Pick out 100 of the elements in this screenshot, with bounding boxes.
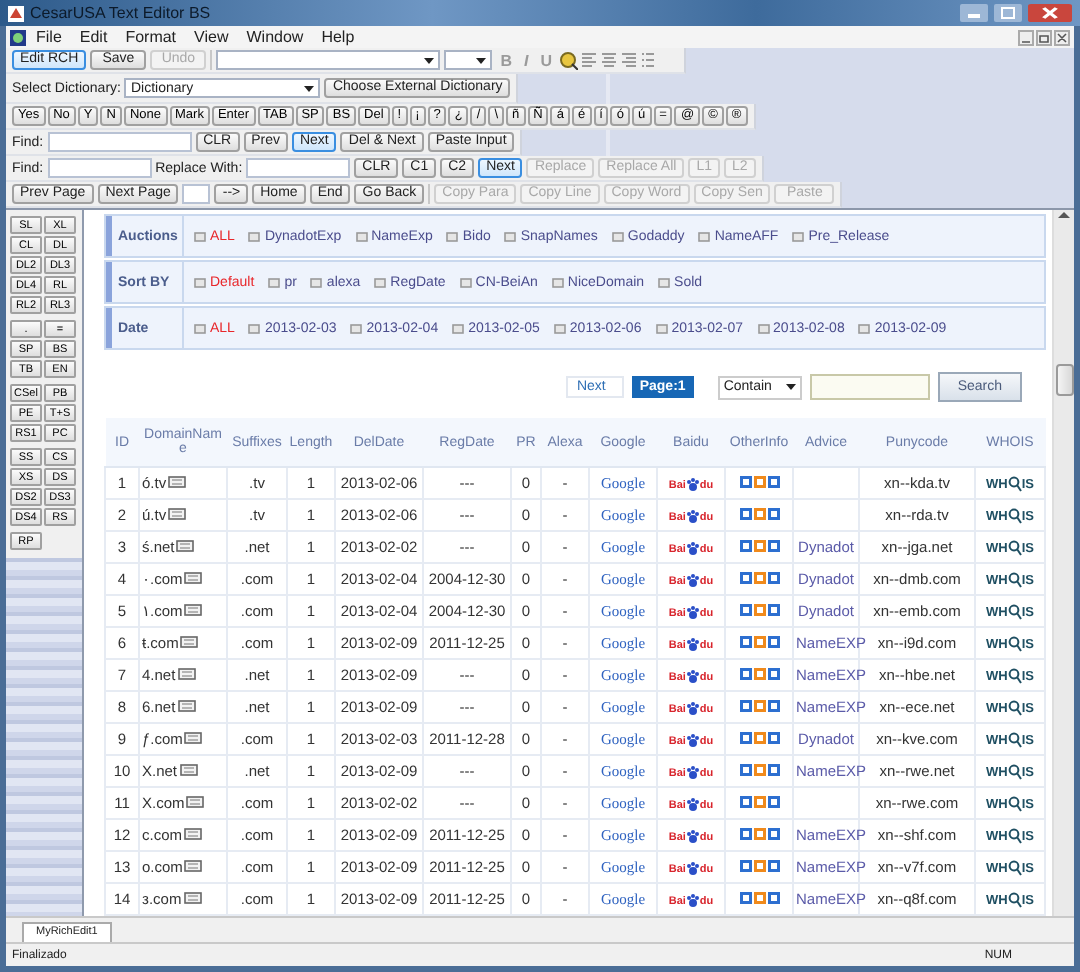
menu-item[interactable]: Help — [313, 28, 363, 46]
magnifier-icon[interactable] — [1007, 636, 1022, 653]
badge-icon — [184, 828, 203, 840]
tag-icon — [459, 277, 472, 287]
paw-icon[interactable] — [685, 542, 700, 557]
tag-icon — [374, 277, 387, 287]
paw-icon[interactable] — [685, 830, 700, 845]
menu-item[interactable]: Window — [238, 28, 312, 46]
search-field[interactable] — [809, 374, 930, 400]
paw-icon[interactable] — [685, 734, 700, 749]
menu-item[interactable]: File — [28, 28, 70, 46]
paw-icon[interactable] — [685, 478, 700, 493]
paw-icon[interactable] — [685, 862, 700, 877]
badge-icon — [186, 796, 205, 808]
magnifier-icon[interactable] — [1007, 828, 1022, 845]
replace-field[interactable] — [246, 158, 351, 178]
paw-icon[interactable] — [685, 894, 700, 909]
tag-icon — [504, 231, 517, 241]
magnifier-icon[interactable] — [1007, 604, 1022, 621]
app-icon — [8, 5, 24, 21]
badge-icon — [180, 636, 199, 648]
badge-icon — [184, 572, 203, 584]
magnifier-icon[interactable] — [1007, 572, 1022, 589]
menu-item[interactable]: Format — [117, 28, 185, 46]
dropdown-icon — [424, 57, 435, 63]
magnifier-icon[interactable] — [1007, 508, 1022, 525]
find-field[interactable] — [47, 132, 192, 152]
info-icons[interactable] — [739, 828, 779, 840]
info-icons[interactable] — [739, 604, 779, 616]
dropdown-icon — [304, 85, 315, 91]
info-icons[interactable] — [739, 732, 779, 744]
close-icon[interactable] — [1028, 4, 1072, 22]
badge-icon — [183, 892, 202, 904]
document-icon — [10, 29, 26, 45]
info-icons[interactable] — [739, 764, 779, 776]
magnifier-icon[interactable] — [1007, 860, 1022, 877]
info-icons[interactable] — [739, 636, 779, 648]
magnifier-icon[interactable] — [1007, 892, 1022, 909]
scrollbar-thumb[interactable] — [1055, 364, 1073, 396]
badge-icon — [168, 508, 187, 520]
info-icons[interactable] — [739, 796, 779, 808]
paw-icon[interactable] — [685, 670, 700, 685]
tag-icon — [194, 277, 206, 287]
tag-icon — [551, 277, 564, 287]
badge-icon — [184, 604, 203, 616]
paw-icon[interactable] — [685, 766, 700, 781]
menu-item[interactable]: View — [186, 28, 237, 46]
page-field[interactable] — [182, 184, 211, 204]
badge-icon — [177, 700, 196, 712]
find-field[interactable] — [47, 158, 152, 178]
dropdown-icon — [785, 384, 796, 390]
tag-icon — [194, 231, 206, 241]
menu-item[interactable]: Edit — [71, 28, 116, 46]
magnifier-icon[interactable] — [1007, 700, 1022, 717]
magnifier-icon[interactable] — [1007, 668, 1022, 685]
child-window-controls-icon[interactable] — [1018, 29, 1070, 45]
paw-icon[interactable] — [685, 798, 700, 813]
tag-icon — [350, 323, 363, 333]
tag-icon — [268, 277, 281, 287]
badge-icon — [184, 860, 203, 872]
tag-icon — [355, 231, 368, 241]
info-icons[interactable] — [739, 892, 779, 904]
magnifier-icon[interactable] — [1007, 764, 1022, 781]
dropdown-icon — [476, 57, 487, 63]
badge-icon — [179, 764, 198, 776]
badge-icon — [177, 668, 196, 680]
tag-icon — [248, 323, 261, 333]
info-icons[interactable] — [739, 508, 779, 520]
tag-icon — [858, 323, 871, 333]
tag-icon — [655, 323, 668, 333]
paw-icon[interactable] — [685, 606, 700, 621]
paw-icon[interactable] — [685, 638, 700, 653]
paw-icon[interactable] — [685, 510, 700, 525]
info-icons[interactable] — [739, 668, 779, 680]
highlighter-icon[interactable] — [559, 51, 578, 69]
info-icons[interactable] — [739, 700, 779, 712]
paw-icon[interactable] — [685, 574, 700, 589]
tag-icon — [658, 277, 671, 287]
tag-icon — [310, 277, 323, 287]
tag-icon — [553, 323, 566, 333]
info-icons[interactable] — [739, 476, 779, 488]
info-icons[interactable] — [739, 572, 779, 584]
magnifier-icon[interactable] — [1007, 732, 1022, 749]
tag-icon — [792, 231, 805, 241]
tag-icon — [757, 323, 770, 333]
info-icons[interactable] — [739, 860, 779, 872]
tag-icon — [446, 231, 459, 241]
tag-icon — [611, 231, 624, 241]
magnifier-icon[interactable] — [1007, 540, 1022, 557]
window-title: CesarUSA Text Editor BS — [30, 4, 213, 22]
tag-icon — [248, 231, 261, 241]
tag-icon — [698, 231, 711, 241]
badge-icon — [176, 540, 195, 552]
info-icons[interactable] — [739, 540, 779, 552]
paw-icon[interactable] — [685, 702, 700, 717]
size-combo[interactable] — [444, 50, 493, 70]
tag-icon — [194, 323, 206, 333]
magnifier-icon[interactable] — [1007, 476, 1022, 493]
tag-icon — [452, 323, 465, 333]
magnifier-icon[interactable] — [1007, 796, 1022, 813]
